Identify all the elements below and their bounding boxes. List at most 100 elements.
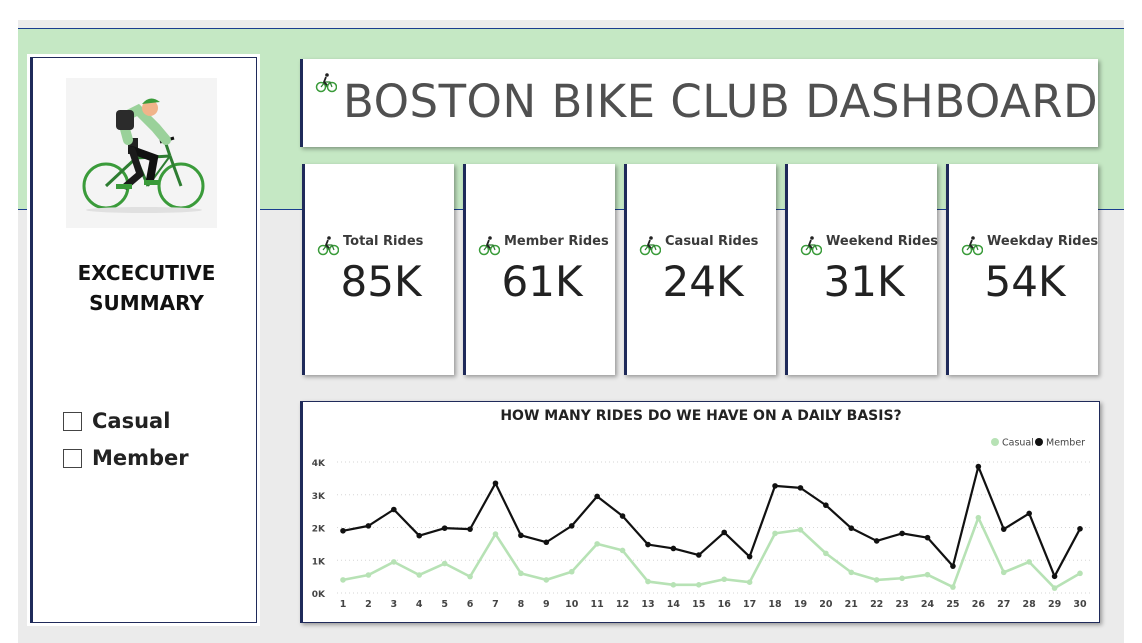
x-tick-label: 11 xyxy=(591,599,604,610)
data-point-member xyxy=(670,545,677,552)
kpi-label: Weekend Rides xyxy=(826,234,939,249)
kpi-card-total-rides: Total Rides 85K xyxy=(302,164,454,375)
x-tick-label: 2 xyxy=(365,599,372,610)
data-point-member xyxy=(441,525,448,531)
data-point-member xyxy=(975,463,982,470)
checkbox-icon[interactable] xyxy=(63,411,82,431)
executive-summary-panel: EXCECUTIVE SUMMARY Casual Member xyxy=(30,57,257,623)
data-point-member xyxy=(645,541,651,548)
kpi-label: Member Rides xyxy=(504,234,609,249)
cyclist-icon xyxy=(315,73,337,93)
kpi-value: 31K xyxy=(823,257,905,306)
data-point-casual xyxy=(746,579,753,585)
data-point-casual xyxy=(772,530,778,537)
x-tick-label: 4 xyxy=(416,599,423,610)
x-tick-label: 22 xyxy=(870,599,883,610)
data-point-casual xyxy=(797,526,804,533)
x-tick-label: 26 xyxy=(972,599,986,610)
x-tick-label: 15 xyxy=(692,599,705,610)
x-tick-label: 18 xyxy=(768,599,782,610)
data-point-casual xyxy=(823,550,829,557)
data-point-member xyxy=(391,506,397,513)
legend-marker-casual xyxy=(991,438,999,446)
data-point-casual xyxy=(518,570,524,577)
data-point-member xyxy=(746,553,753,560)
data-point-casual xyxy=(670,582,677,588)
legend-label-member: Member xyxy=(1046,438,1085,449)
data-point-member xyxy=(950,563,956,569)
x-tick-label: 20 xyxy=(819,599,833,610)
data-point-casual xyxy=(568,568,575,575)
cyclist-icon xyxy=(639,236,661,256)
x-tick-label: 23 xyxy=(895,599,908,610)
data-point-member xyxy=(924,534,931,541)
data-point-member xyxy=(695,552,702,558)
data-point-casual xyxy=(873,577,880,583)
data-point-member xyxy=(619,513,626,519)
data-point-casual xyxy=(975,514,982,521)
data-point-member xyxy=(899,530,905,537)
executive-summary-title-line2: SUMMARY xyxy=(89,291,204,315)
data-point-member xyxy=(873,538,880,544)
data-point-member xyxy=(340,527,346,534)
data-point-member xyxy=(1051,573,1058,580)
slicer-item-member[interactable]: Member xyxy=(63,443,253,473)
y-tick-label: 0K xyxy=(312,590,326,600)
kpi-value: 85K xyxy=(340,257,422,306)
data-point-casual xyxy=(416,572,423,578)
cyclist-icon xyxy=(317,236,339,256)
data-point-casual xyxy=(1026,559,1032,565)
cyclist-icon xyxy=(800,236,822,256)
y-tick-label: 1K xyxy=(312,557,326,567)
data-point-casual xyxy=(492,531,499,537)
kpi-value: 61K xyxy=(501,257,583,306)
slicer-item-casual[interactable]: Casual xyxy=(63,406,253,436)
cyclist-illustration xyxy=(66,78,217,228)
kpi-card-member-rides: Member Rides 61K xyxy=(463,164,615,375)
data-point-casual xyxy=(467,573,473,580)
kpi-label: Weekday Rides xyxy=(987,234,1099,249)
dashboard-title-card: BOSTON BIKE CLUB DASHBOARD xyxy=(300,59,1098,147)
data-point-member xyxy=(594,493,600,500)
daily-rides-chart-card: HOW MANY RIDES DO WE HAVE ON A DAILY BAS… xyxy=(300,401,1100,623)
data-point-casual xyxy=(1051,585,1058,591)
checkbox-icon[interactable] xyxy=(63,448,82,468)
executive-summary-title: EXCECUTIVE SUMMARY xyxy=(33,258,260,318)
data-point-member xyxy=(848,525,855,531)
data-point-member xyxy=(772,483,778,489)
kpi-value: 24K xyxy=(662,257,744,306)
x-tick-label: 21 xyxy=(845,599,858,610)
data-point-member xyxy=(1077,526,1083,532)
y-tick-label: 2K xyxy=(312,525,326,535)
x-tick-label: 6 xyxy=(467,599,474,610)
kpi-card-weekday-rides: Weekday Rides 54K xyxy=(946,164,1098,375)
data-point-casual xyxy=(721,576,728,583)
data-point-member xyxy=(1000,526,1007,532)
data-point-casual xyxy=(365,572,372,578)
slicer-label-casual: Casual xyxy=(92,409,171,433)
x-tick-label: 1 xyxy=(340,599,347,610)
data-point-casual xyxy=(645,578,651,585)
data-point-member xyxy=(568,523,575,529)
x-tick-label: 10 xyxy=(565,599,579,610)
data-point-member xyxy=(543,539,550,546)
data-point-casual xyxy=(848,569,855,576)
x-tick-label: 24 xyxy=(921,599,935,610)
y-tick-label: 3K xyxy=(312,492,326,502)
x-tick-label: 16 xyxy=(718,599,732,610)
data-point-member xyxy=(823,502,829,509)
data-point-casual xyxy=(924,571,931,578)
kpi-card-weekend-rides: Weekend Rides 31K xyxy=(785,164,939,375)
x-tick-label: 13 xyxy=(641,599,654,610)
kpi-label: Total Rides xyxy=(343,234,424,249)
x-tick-label: 17 xyxy=(743,599,756,610)
legend-label-casual: Casual xyxy=(1002,438,1034,449)
kpi-label: Casual Rides xyxy=(665,234,759,249)
data-point-member xyxy=(797,485,804,491)
cyclist-icon xyxy=(961,236,983,256)
x-tick-label: 8 xyxy=(518,599,525,610)
x-tick-label: 30 xyxy=(1073,599,1087,610)
x-tick-label: 5 xyxy=(441,599,448,610)
executive-summary-title-line1: EXCECUTIVE xyxy=(77,261,216,285)
y-tick-label: 4K xyxy=(312,459,326,469)
